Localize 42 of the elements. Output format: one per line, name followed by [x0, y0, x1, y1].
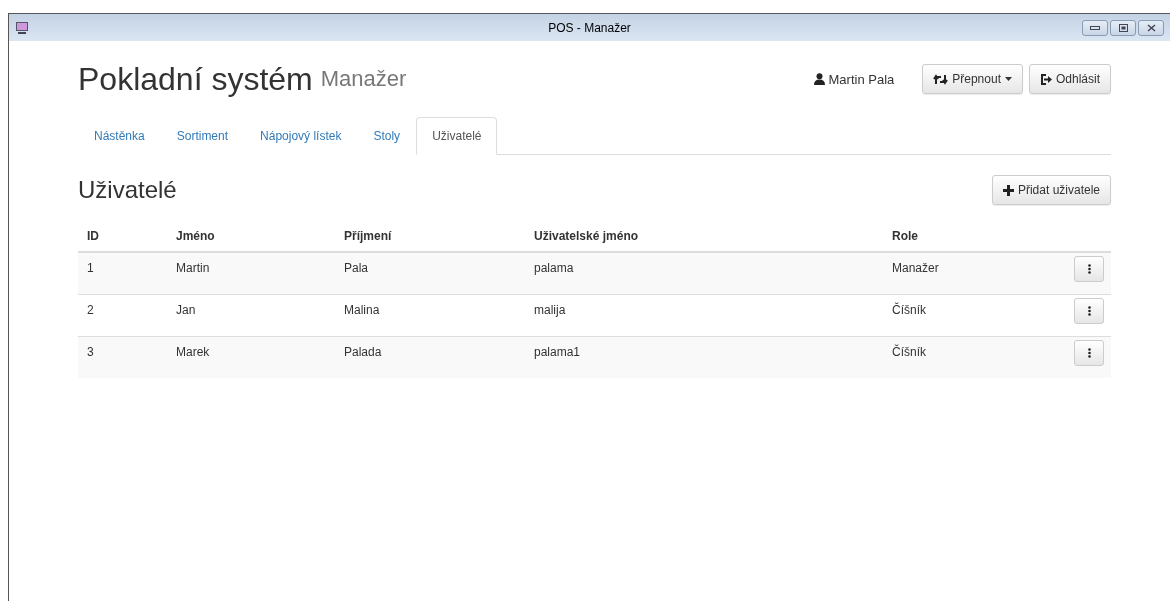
switch-button[interactable]: Přepnout [922, 64, 1023, 94]
app-title: Pokladní systém [78, 60, 313, 98]
logout-button[interactable]: Odhlásit [1028, 64, 1111, 94]
table-cell: palama [525, 252, 883, 295]
table-cell: malija [525, 294, 883, 337]
section-title: Uživatelé [78, 176, 177, 204]
add-user-button[interactable]: Přidat uživatele [991, 175, 1111, 205]
minimize-button[interactable] [1082, 19, 1108, 36]
close-icon [1146, 23, 1156, 32]
table-cell: Pala [335, 252, 525, 295]
caret-icon [1004, 77, 1012, 81]
retweet-icon [933, 73, 949, 85]
table-cell: Malina [335, 294, 525, 337]
maximize-button[interactable] [1110, 19, 1136, 36]
table-cell: palama1 [525, 336, 883, 378]
app-icon [15, 20, 29, 35]
table-cell: Marek [167, 336, 335, 378]
vertical-dots-icon [1087, 264, 1091, 274]
table-cell: Palada [335, 336, 525, 378]
table-cell: 3 [78, 336, 167, 378]
maximize-icon [1118, 23, 1128, 32]
table-cell: Manažer [883, 252, 1029, 295]
row-menu-button[interactable] [1074, 256, 1104, 282]
row-menu-button[interactable] [1074, 340, 1104, 366]
table-cell: Číšník [883, 336, 1029, 378]
tab[interactable]: Uživatelé [416, 117, 498, 155]
table-cell: 2 [78, 294, 167, 337]
plus-icon [1002, 184, 1014, 196]
table-cell: 1 [78, 252, 167, 295]
table-cell: Jan [167, 294, 335, 337]
user-name: Martin Pala [828, 71, 895, 87]
app-subtitle: Manažer [320, 66, 407, 92]
table-cell: Číšník [883, 294, 1029, 337]
vertical-dots-icon [1087, 348, 1091, 358]
window-title: POS - Manažer [548, 20, 631, 35]
vertical-dots-icon [1087, 306, 1091, 316]
user-icon [813, 73, 825, 85]
row-menu-button[interactable] [1074, 298, 1104, 324]
close-button[interactable] [1138, 19, 1164, 36]
logout-icon [1039, 73, 1052, 85]
table-cell: Martin [167, 252, 335, 295]
minimize-icon [1090, 25, 1100, 30]
